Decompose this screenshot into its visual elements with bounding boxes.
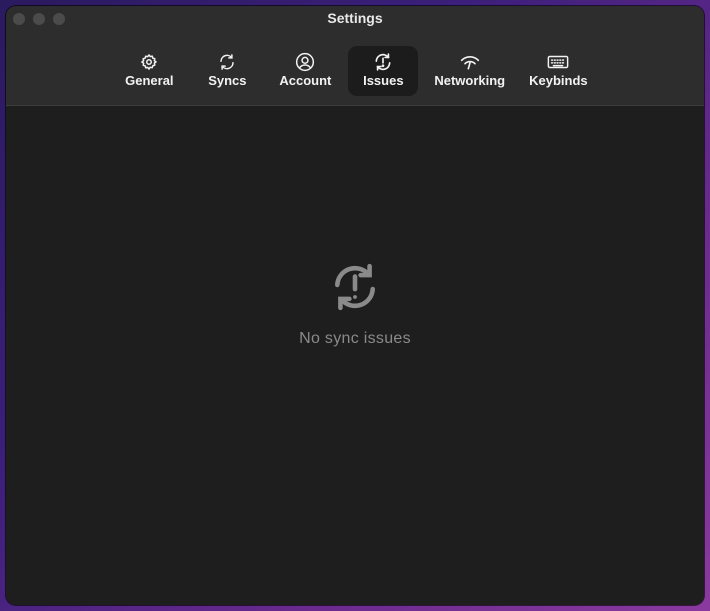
- titlebar: Settings General Syncs Account Issues Ne…: [6, 6, 704, 106]
- tab-label: Networking: [434, 73, 506, 88]
- sync-issue-icon: [330, 262, 380, 312]
- tab-networking[interactable]: Networking: [426, 46, 513, 96]
- settings-window: Settings General Syncs Account Issues Ne…: [6, 6, 704, 605]
- tab-label: General: [125, 73, 174, 88]
- tab-syncs[interactable]: Syncs: [192, 46, 262, 96]
- gear-icon: [138, 52, 160, 72]
- account-icon: [294, 52, 316, 72]
- tab-general[interactable]: General: [114, 46, 184, 96]
- wifi-icon: [459, 52, 481, 72]
- issues-panel: No sync issues: [6, 106, 704, 605]
- tab-label: Syncs: [208, 73, 247, 88]
- sync-issue-icon: [372, 52, 394, 72]
- empty-state: No sync issues: [6, 262, 704, 348]
- window-title: Settings: [327, 10, 383, 26]
- tab-label: Issues: [363, 73, 404, 88]
- tab-keybinds[interactable]: Keybinds: [521, 46, 596, 96]
- settings-tabs: General Syncs Account Issues Networking …: [6, 46, 704, 96]
- sync-icon: [216, 52, 238, 72]
- tab-issues[interactable]: Issues: [348, 46, 419, 96]
- keyboard-icon: [547, 52, 569, 72]
- empty-state-text: No sync issues: [299, 330, 411, 347]
- tab-account[interactable]: Account: [270, 46, 340, 96]
- tab-label: Account: [279, 73, 332, 88]
- tab-label: Keybinds: [529, 73, 588, 88]
